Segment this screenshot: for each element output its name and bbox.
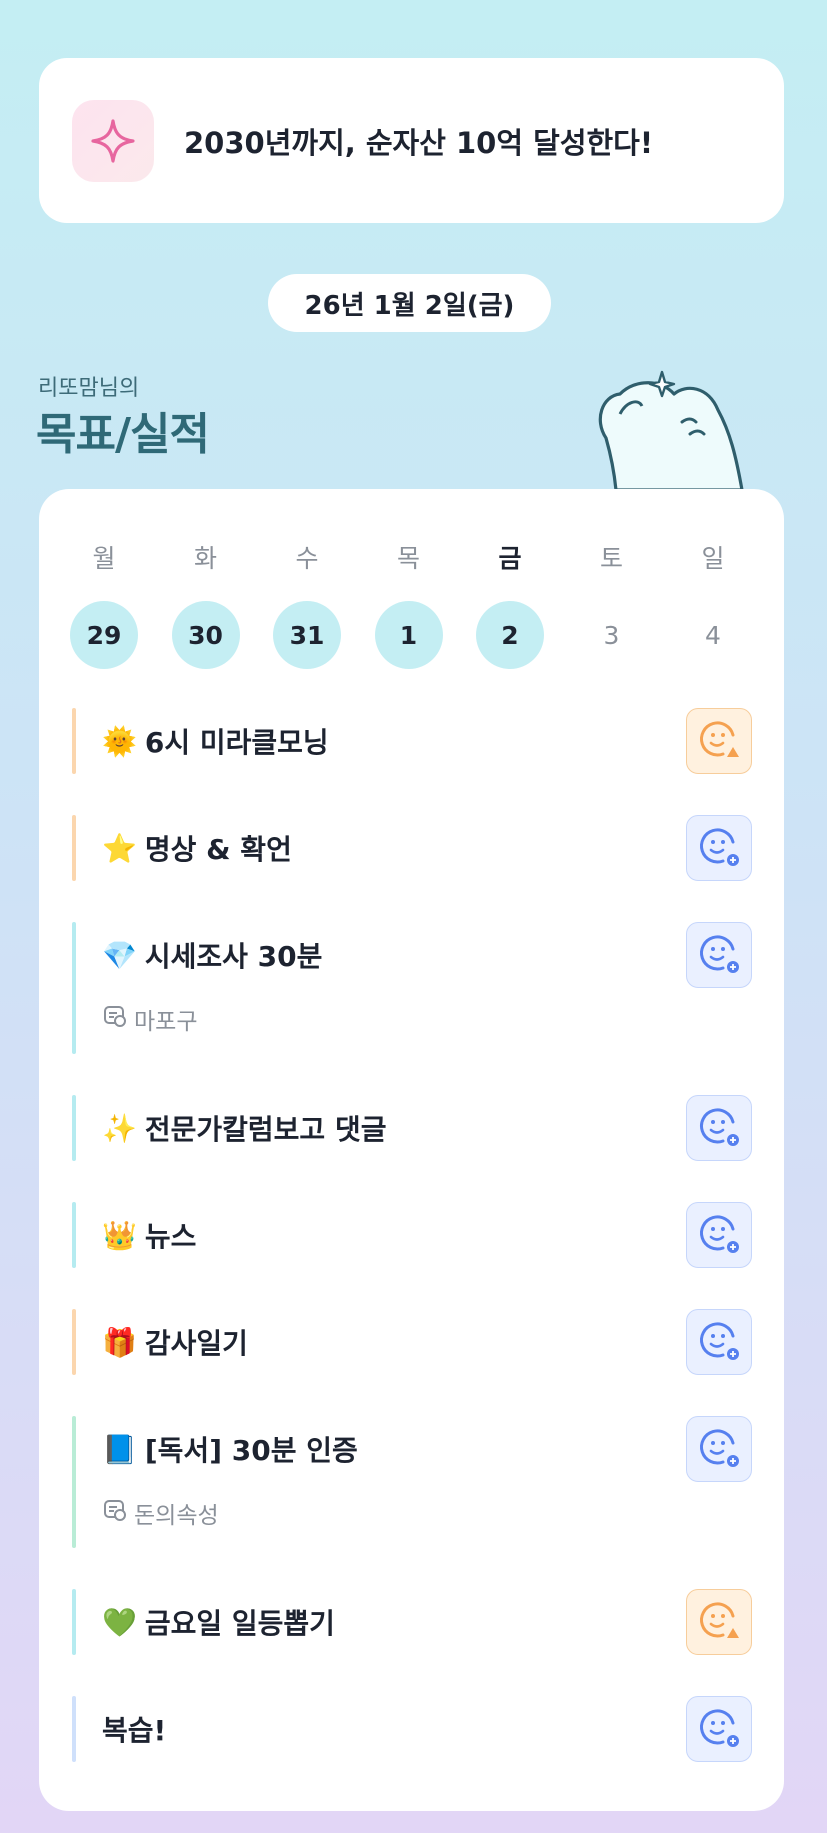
task-color-bar [72,1095,76,1161]
task-title: 복습! [102,1709,166,1749]
task-color-bar [72,815,76,881]
task-emoji-icon: 🎁 [102,1325,137,1359]
task-title: 💚 금요일 일등뽑기 [102,1602,335,1642]
task-title-text: 6시 미라클모닝 [144,726,329,759]
task-color-bar [72,1416,76,1548]
day-name: 금 [498,544,522,573]
day-일[interactable]: 일4 [678,539,748,669]
task-title-text: 전문가칼럼보고 댓글 [144,1113,387,1146]
task-title: 📘 [독서] 30분 인증 [102,1429,358,1469]
add-record-button[interactable] [686,1416,752,1482]
add-record-button[interactable] [686,815,752,881]
task-color-bar [72,1309,76,1375]
day-number[interactable]: 29 [70,601,138,669]
task-title: ⭐ 명상 & 확언 [102,828,292,868]
task-title-text: 뉴스 [144,1220,197,1253]
task-emoji-icon: 🌞 [102,724,137,758]
face-add-icon [697,931,741,979]
task-item[interactable]: 💚 금요일 일등뽑기 [72,1589,752,1655]
task-emoji-icon: ✨ [102,1111,137,1145]
face-warning-icon [697,1598,741,1646]
pending-status-button[interactable] [686,708,752,774]
day-화[interactable]: 화 30 [171,539,241,669]
task-item[interactable]: ✨ 전문가칼럼보고 댓글 [72,1095,752,1161]
day-목[interactable]: 목1 [374,539,444,669]
goal-card[interactable]: 2030년까지, 순자산 10억 달성한다! [39,58,784,223]
task-color-bar [72,1202,76,1268]
face-add-icon [697,1211,741,1259]
goals-card: 월 29 화 30 수 31 목 1 금 2 토 3 일 4 🌞 6시 미라클모닝 ⭐ 명상 & 확언 💎 시세조사… [39,489,784,1811]
task-color-bar [72,922,76,1054]
task-color-bar [72,708,76,774]
face-add-icon [697,1318,741,1366]
day-number[interactable]: 2 [476,601,544,669]
task-subtitle-text: 돈의속성 [134,1503,219,1529]
face-add-icon [697,1425,741,1473]
task-emoji-icon: 👑 [102,1218,137,1252]
task-title-text: [독서] 30분 인증 [144,1434,358,1467]
section-title: 목표/실적 [36,409,210,460]
link-icon [102,1497,134,1529]
task-emoji-icon: ⭐ [102,831,137,865]
task-subtitle-text: 마포구 [134,1009,198,1035]
pending-status-button[interactable] [686,1589,752,1655]
task-title: 🌞 6시 미라클모닝 [102,721,329,761]
sparkle-icon [72,99,154,182]
date-pill[interactable]: 26년 1월 2일(금) [268,274,551,332]
task-color-bar [72,1696,76,1762]
task-title-text: 복습! [102,1714,167,1747]
task-item[interactable]: 👑 뉴스 [72,1202,752,1268]
day-number[interactable]: 1 [374,601,443,669]
task-title-text: 명상 & 확언 [144,833,292,866]
task-item[interactable]: 🎁 감사일기 [72,1309,752,1375]
task-title-text: 금요일 일등뽑기 [144,1607,335,1640]
task-item[interactable]: 💎 시세조사 30분마포구 [72,922,752,1054]
day-number[interactable]: 4 [679,601,747,669]
day-name: 목 [396,544,420,573]
day-월[interactable]: 월 29 [69,539,139,669]
link-icon [102,1003,134,1035]
face-warning-icon [697,717,741,765]
task-title: 🎁 감사일기 [102,1322,248,1362]
day-number[interactable]: 3 [578,601,646,669]
add-record-button[interactable] [686,1309,752,1375]
add-record-button[interactable] [686,1095,752,1161]
day-number[interactable]: 30 [171,601,240,669]
task-item[interactable]: 🌞 6시 미라클모닝 [72,708,752,774]
face-add-icon [697,1705,741,1753]
add-record-button[interactable] [686,1696,752,1762]
day-name: 토 [599,544,623,573]
face-add-icon [697,1104,741,1152]
task-title-text: 시세조사 30분 [144,940,323,973]
task-title-text: 감사일기 [144,1327,248,1360]
day-name: 월 [92,544,116,573]
task-item[interactable]: 복습! [72,1696,752,1762]
day-name: 화 [193,544,217,573]
task-title: 💎 시세조사 30분 [102,935,322,975]
task-emoji-icon: 💎 [102,938,137,972]
task-title: ✨ 전문가칼럼보고 댓글 [102,1108,386,1148]
add-record-button[interactable] [686,922,752,988]
goal-text: 2030년까지, 순자산 10억 달성한다! [184,125,654,160]
task-item[interactable]: 📘 [독서] 30분 인증돈의속성 [72,1416,752,1548]
task-color-bar [72,1589,76,1655]
task-emoji-icon: 📘 [102,1432,137,1466]
day-금[interactable]: 금2 [475,539,545,669]
task-subtitle: 마포구 [102,1002,197,1036]
day-토[interactable]: 토3 [577,539,647,669]
task-subtitle: 돈의속성 [102,1496,219,1530]
task-item[interactable]: ⭐ 명상 & 확언 [72,815,752,881]
day-name: 일 [701,544,725,573]
mascot-illustration [590,362,750,496]
day-number[interactable]: 31 [273,601,341,669]
task-title: 👑 뉴스 [102,1215,196,1255]
day-수[interactable]: 수 31 [272,539,342,669]
task-emoji-icon: 💚 [102,1605,137,1639]
face-add-icon [697,824,741,872]
day-name: 수 [295,544,319,573]
add-record-button[interactable] [686,1202,752,1268]
